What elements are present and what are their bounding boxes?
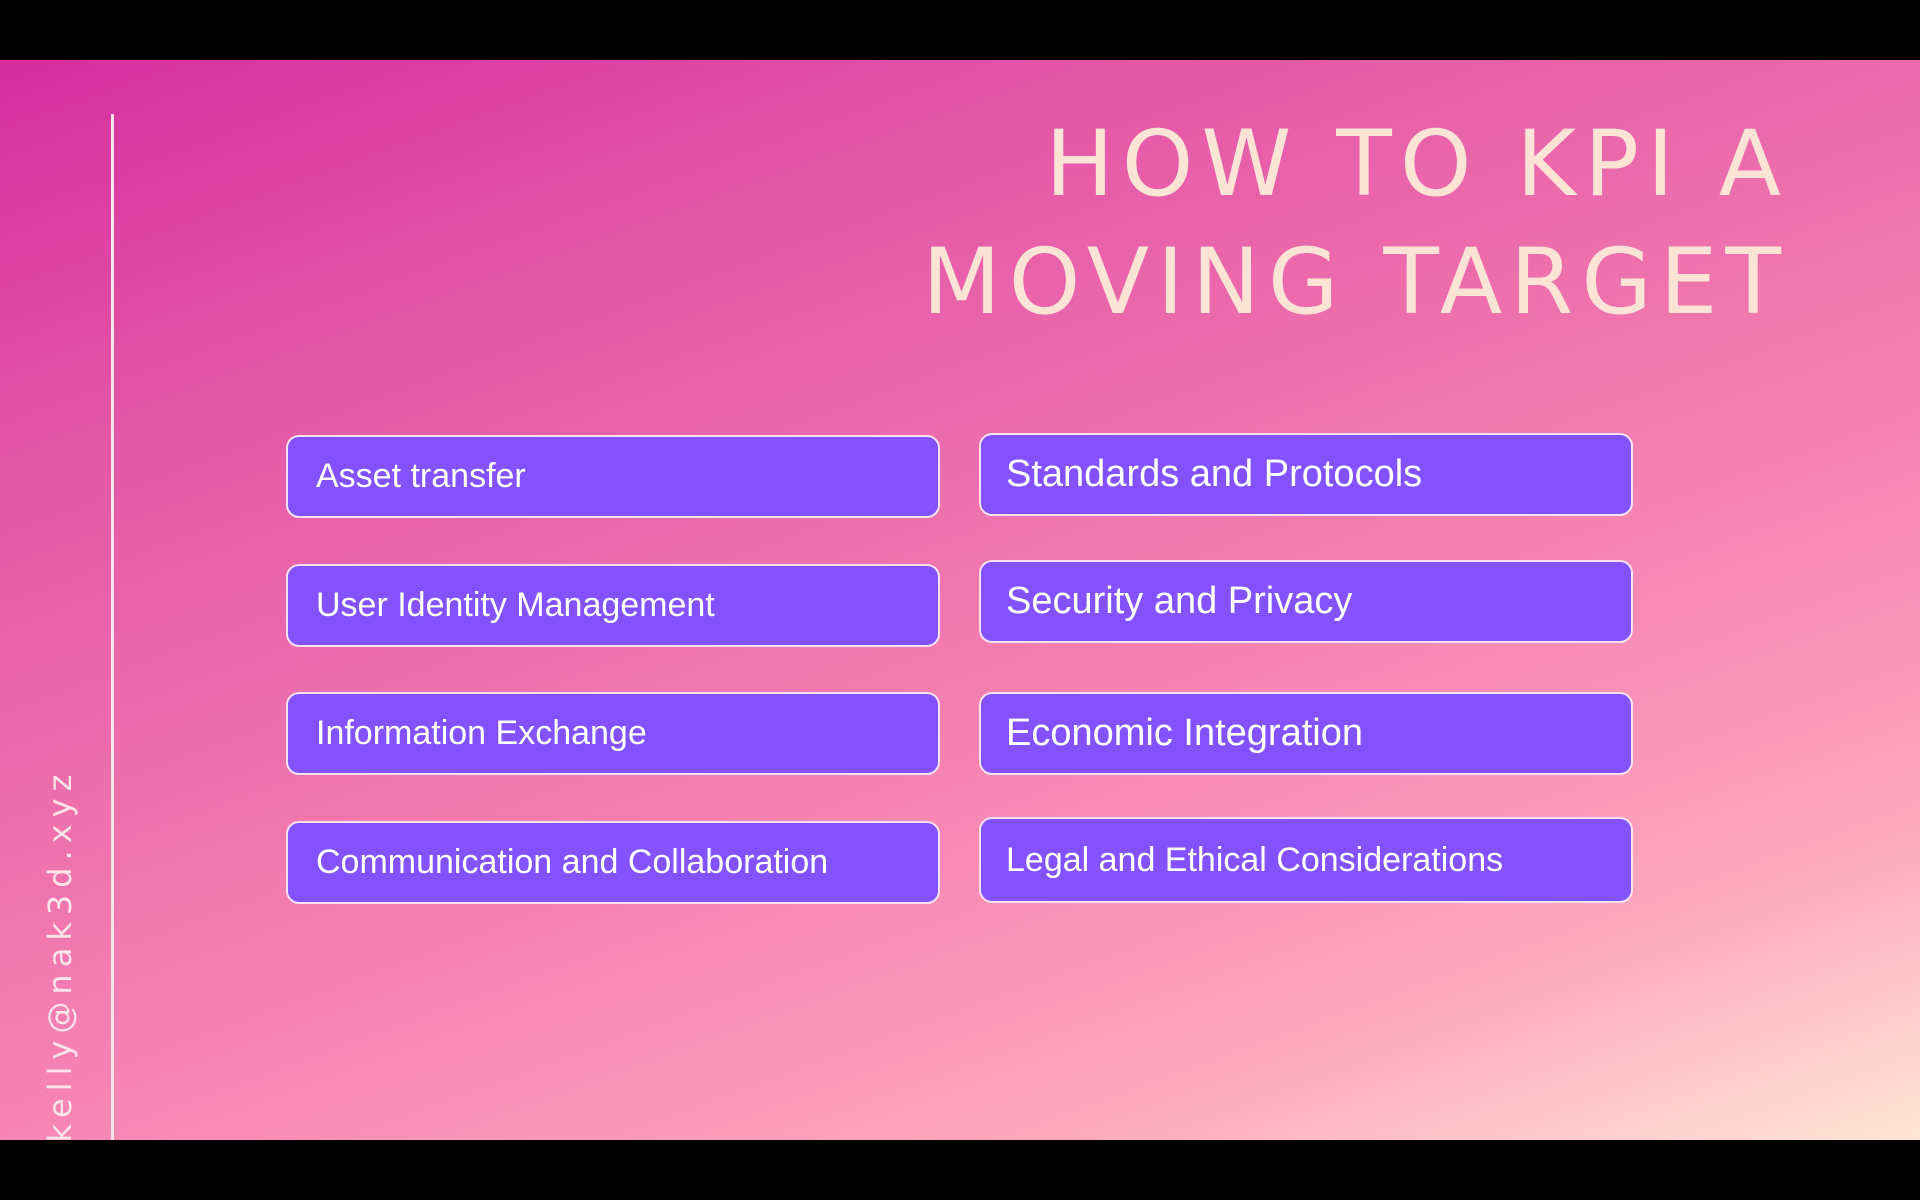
slide-title-line-2: MOVING TARGET: [922, 230, 1789, 335]
vertical-divider: [111, 114, 114, 1140]
topic-box-economic-integration[interactable]: Economic Integration: [979, 692, 1633, 775]
topic-box-asset-transfer[interactable]: Asset transfer: [286, 435, 940, 518]
topic-box-standards-and-protocols[interactable]: Standards and Protocols: [979, 433, 1633, 516]
presentation-frame: kelly@nak3d.xyz HOW TO KPI A MOVING TARG…: [0, 0, 1920, 1200]
topic-box-communication-and-collaboration[interactable]: Communication and Collaboration: [286, 821, 940, 904]
topic-box-user-identity-management[interactable]: User Identity Management: [286, 564, 940, 647]
slide-title-line-1: HOW TO KPI A: [1045, 112, 1789, 217]
topic-box-legal-and-ethical-considerations[interactable]: Legal and Ethical Considerations: [979, 817, 1633, 903]
contact-email: kelly@nak3d.xyz: [41, 767, 79, 1140]
slide-title: HOW TO KPI A MOVING TARGET: [922, 106, 1789, 342]
topic-box-information-exchange[interactable]: Information Exchange: [286, 692, 940, 775]
topic-box-security-and-privacy[interactable]: Security and Privacy: [979, 560, 1633, 643]
slide: kelly@nak3d.xyz HOW TO KPI A MOVING TARG…: [0, 60, 1920, 1140]
